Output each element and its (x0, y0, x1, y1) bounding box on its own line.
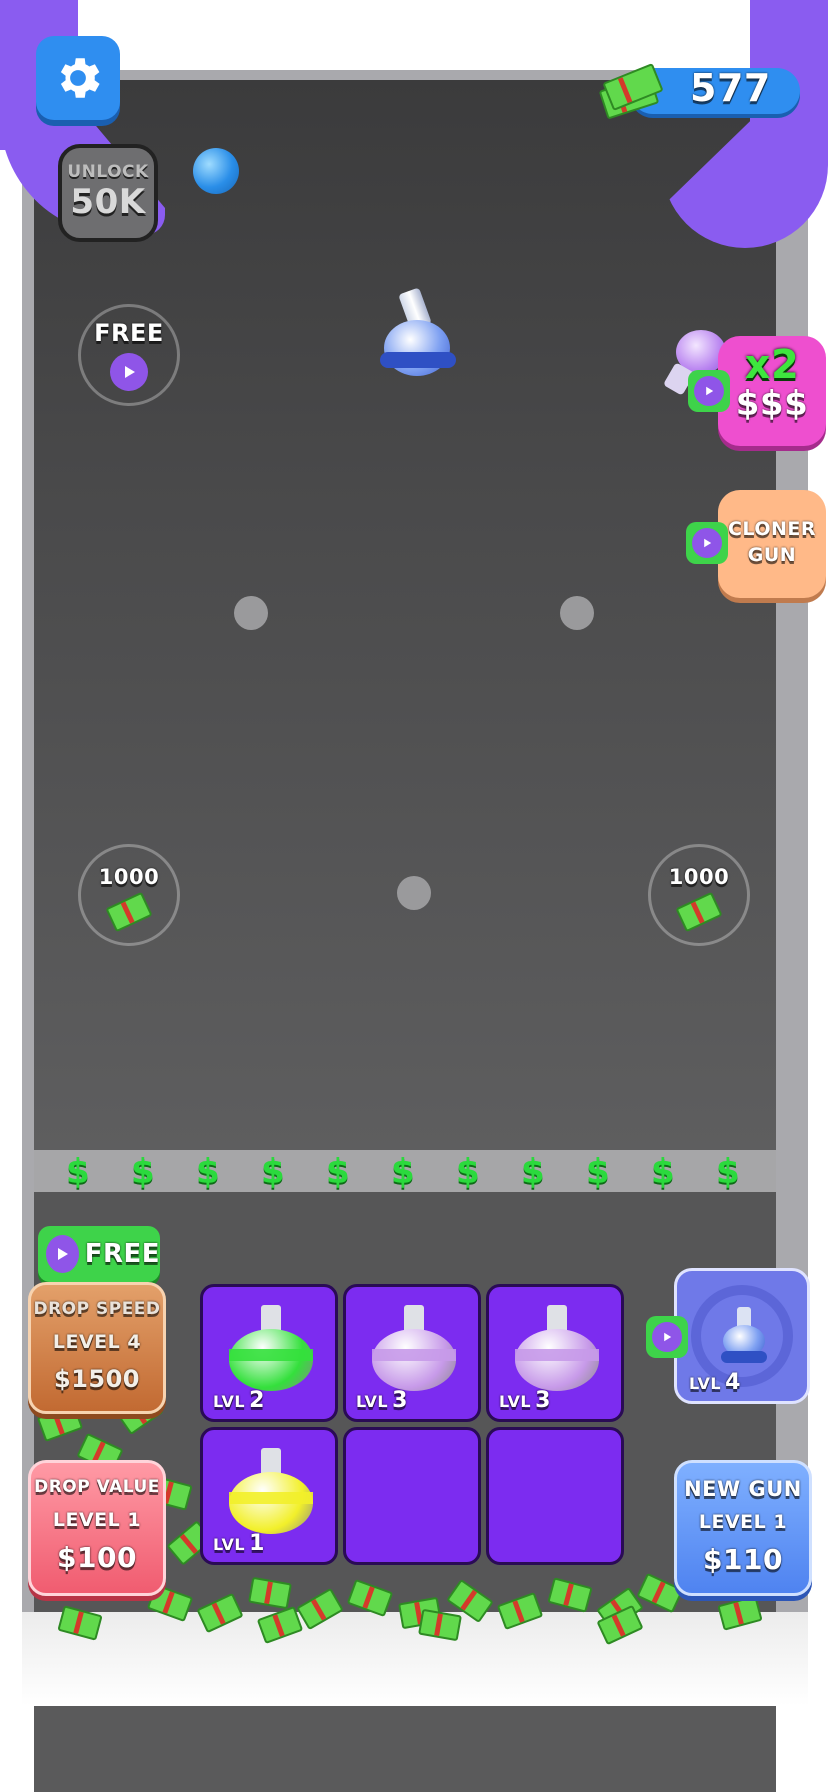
cell-level: 3 (535, 1388, 551, 1413)
cash-pickup-value: 1000 (98, 865, 160, 889)
conveyor-dollar-icon: $ (326, 1152, 350, 1192)
conveyor-dollar-icon: $ (66, 1152, 90, 1192)
merge-gun-icon (515, 1305, 599, 1395)
conveyor-dollar-icon: $ (196, 1152, 220, 1192)
unlock-button[interactable]: UNLOCK 50K (58, 144, 158, 242)
conveyor-dollar-icon: $ (586, 1152, 610, 1192)
peg (234, 596, 268, 630)
multiplier-button[interactable]: x2 $$$ (718, 336, 826, 446)
cell-level: 1 (249, 1531, 265, 1556)
blue-ball (193, 148, 239, 194)
gun-slot-ad-icon (646, 1316, 688, 1358)
gun-slot[interactable]: LVL 4 (674, 1268, 810, 1404)
merge-grid-cell[interactable] (486, 1427, 624, 1565)
cash-pickup-value: 1000 (668, 865, 730, 889)
merge-gun-icon (372, 1305, 456, 1395)
merge-gun-icon (229, 1448, 313, 1538)
conveyor-dollar-icon: $ (391, 1152, 415, 1192)
merge-grid-cell[interactable] (343, 1427, 481, 1565)
merge-grid-cell[interactable]: LVL 2 (200, 1284, 338, 1422)
conveyor-dollar-icon: $ (716, 1152, 740, 1192)
drop-speed-level: LEVEL 4 (52, 1331, 142, 1353)
merge-grid-cell[interactable]: LVL 1 (200, 1427, 338, 1565)
bottom-board-strip (34, 1706, 776, 1792)
new-gun-level: LEVEL 1 (698, 1511, 788, 1533)
slot-level: 4 (725, 1370, 741, 1395)
conveyor-dollar-icon: $ (456, 1152, 480, 1192)
drop-arena (34, 80, 776, 1152)
new-gun-title: NEW GUN (684, 1477, 802, 1501)
merge-grid-cell[interactable]: LVL 3 (343, 1284, 481, 1422)
cell-level: 3 (392, 1388, 408, 1413)
cell-lvl-prefix: LVL (213, 1392, 246, 1411)
conveyor-dollar-icon: $ (261, 1152, 285, 1192)
cash-bill-icon (105, 891, 153, 933)
unlock-label: UNLOCK (67, 162, 149, 182)
cash-stack-icon (598, 62, 664, 120)
cash-pickup-left[interactable]: 1000 (78, 844, 180, 946)
peg (560, 596, 594, 630)
cash-bill-icon (675, 891, 723, 933)
drop-speed-free-label: FREE (84, 1239, 160, 1269)
free-bonus-label: FREE (94, 319, 164, 347)
free-bonus-button[interactable]: FREE (78, 304, 180, 406)
cannon-gun (378, 287, 458, 390)
multiplier-ad-icon (688, 370, 730, 412)
peg (397, 876, 431, 910)
drop-value-level: LEVEL 1 (52, 1509, 142, 1531)
conveyor-dollar-icon: $ (651, 1152, 675, 1192)
play-icon (110, 353, 148, 391)
merge-gun-icon (229, 1305, 313, 1395)
cash-pickup-right[interactable]: 1000 (648, 844, 750, 946)
drop-value-price: $100 (57, 1541, 137, 1574)
conveyor-dollar-icon: $ (131, 1152, 155, 1192)
merge-grid-cell[interactable]: LVL 3 (486, 1284, 624, 1422)
new-gun-button[interactable]: NEW GUN LEVEL 1 $110 (674, 1460, 812, 1596)
cloner-gun-line2: GUN (747, 544, 797, 566)
gear-icon (60, 58, 100, 98)
drop-speed-button[interactable]: DROP SPEED LEVEL 4 $1500 (28, 1282, 166, 1414)
cloner-ad-icon (686, 522, 728, 564)
cell-level: 2 (249, 1388, 265, 1413)
currency-amount: 577 (690, 66, 771, 110)
cell-lvl-prefix: LVL (213, 1535, 246, 1554)
multiplier-cash-label: $$$ (735, 384, 809, 424)
drop-value-title: DROP VALUE (34, 1477, 160, 1497)
settings-button[interactable] (36, 36, 120, 120)
drop-speed-free-button[interactable]: FREE (38, 1226, 160, 1282)
multiplier-label: x2 (744, 342, 800, 388)
drop-value-button[interactable]: DROP VALUE LEVEL 1 $100 (28, 1460, 166, 1596)
cell-lvl-prefix: LVL (356, 1392, 389, 1411)
cell-lvl-prefix: LVL (499, 1392, 532, 1411)
unlock-amount: 50K (70, 182, 146, 222)
top-frame (76, 0, 752, 70)
new-gun-price: $110 (703, 1543, 783, 1576)
slot-gun-icon (721, 1307, 767, 1367)
drop-speed-price: $1500 (54, 1365, 140, 1393)
play-icon (46, 1235, 79, 1273)
slot-lvl-prefix: LVL (689, 1374, 722, 1393)
cloner-gun-line1: CLONER (727, 518, 817, 540)
cloner-gun-button[interactable]: CLONER GUN (718, 490, 826, 598)
conveyor-dollar-icon: $ (521, 1152, 545, 1192)
drop-speed-title: DROP SPEED (33, 1299, 161, 1319)
